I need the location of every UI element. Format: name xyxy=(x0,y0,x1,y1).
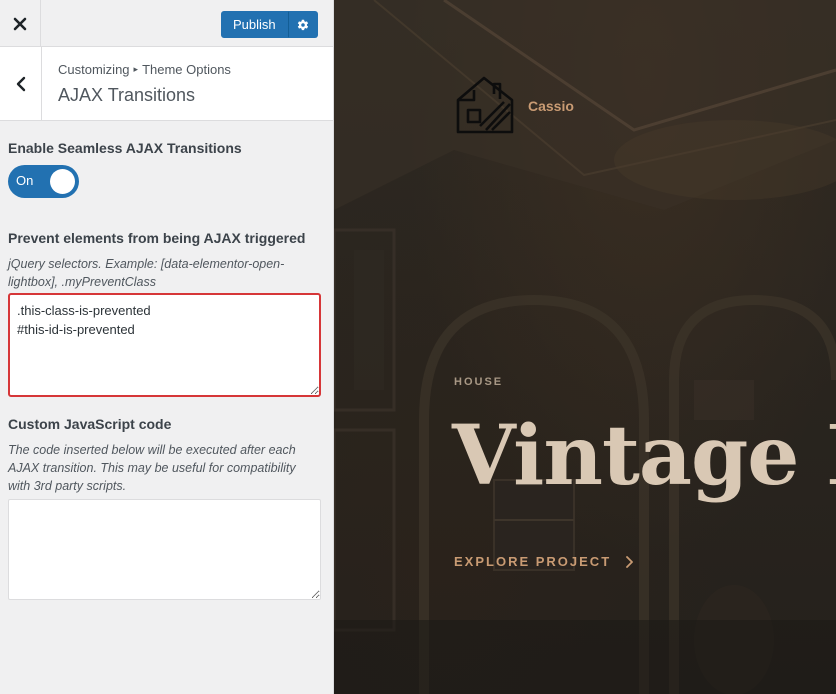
gear-icon xyxy=(297,19,308,30)
breadcrumb-item: Theme Options xyxy=(142,62,231,77)
custom-js-title: Custom JavaScript code xyxy=(8,416,172,432)
section-header: Customizing ▸ Theme Options AJAX Transit… xyxy=(0,47,333,121)
chevron-left-icon xyxy=(16,76,25,91)
hero-kicker: HOUSE xyxy=(454,376,504,388)
breadcrumb-item: Customizing xyxy=(58,62,130,77)
customizer-sidebar: Publish Customizing ▸ Theme Options AJAX… xyxy=(0,0,334,694)
enable-ajax-toggle[interactable]: On xyxy=(8,165,79,198)
explore-project-link[interactable]: EXPLORE PROJECT xyxy=(454,554,634,569)
prevent-elements-description: jQuery selectors. Example: [data-element… xyxy=(8,257,285,289)
section-title: AJAX Transitions xyxy=(58,85,196,105)
custom-js-textarea[interactable] xyxy=(8,499,321,600)
custom-js-description: The code inserted below will be executed… xyxy=(8,443,296,493)
interior-background-image xyxy=(334,0,836,694)
publish-settings-button[interactable] xyxy=(287,11,318,38)
breadcrumb-separator-icon: ▸ xyxy=(133,64,139,74)
site-preview: Cassio HOUSE Vintage R EXPLORE PROJECT xyxy=(334,0,836,694)
chevron-right-icon xyxy=(626,555,634,568)
publish-button-group: Publish xyxy=(221,11,318,38)
close-customizer-button[interactable] xyxy=(0,0,41,47)
publish-button[interactable]: Publish xyxy=(221,11,288,38)
toggle-state-label: On xyxy=(16,173,34,188)
toggle-knob xyxy=(50,169,75,194)
site-name[interactable]: Cassio xyxy=(528,98,574,114)
hero-title: Vintage R xyxy=(452,408,836,504)
close-icon xyxy=(13,17,27,30)
prevent-elements-title: Prevent elements from being AJAX trigger… xyxy=(8,230,306,246)
customizer-topbar: Publish xyxy=(0,0,333,47)
back-button[interactable] xyxy=(0,47,42,120)
enable-ajax-title: Enable Seamless AJAX Transitions xyxy=(8,140,242,156)
prevent-selectors-textarea[interactable]: .this-class-is-prevented #this-id-is-pre… xyxy=(8,293,321,397)
breadcrumb: Customizing ▸ Theme Options xyxy=(58,62,231,77)
house-logo-icon xyxy=(456,76,514,134)
explore-project-label: EXPLORE PROJECT xyxy=(454,554,612,569)
